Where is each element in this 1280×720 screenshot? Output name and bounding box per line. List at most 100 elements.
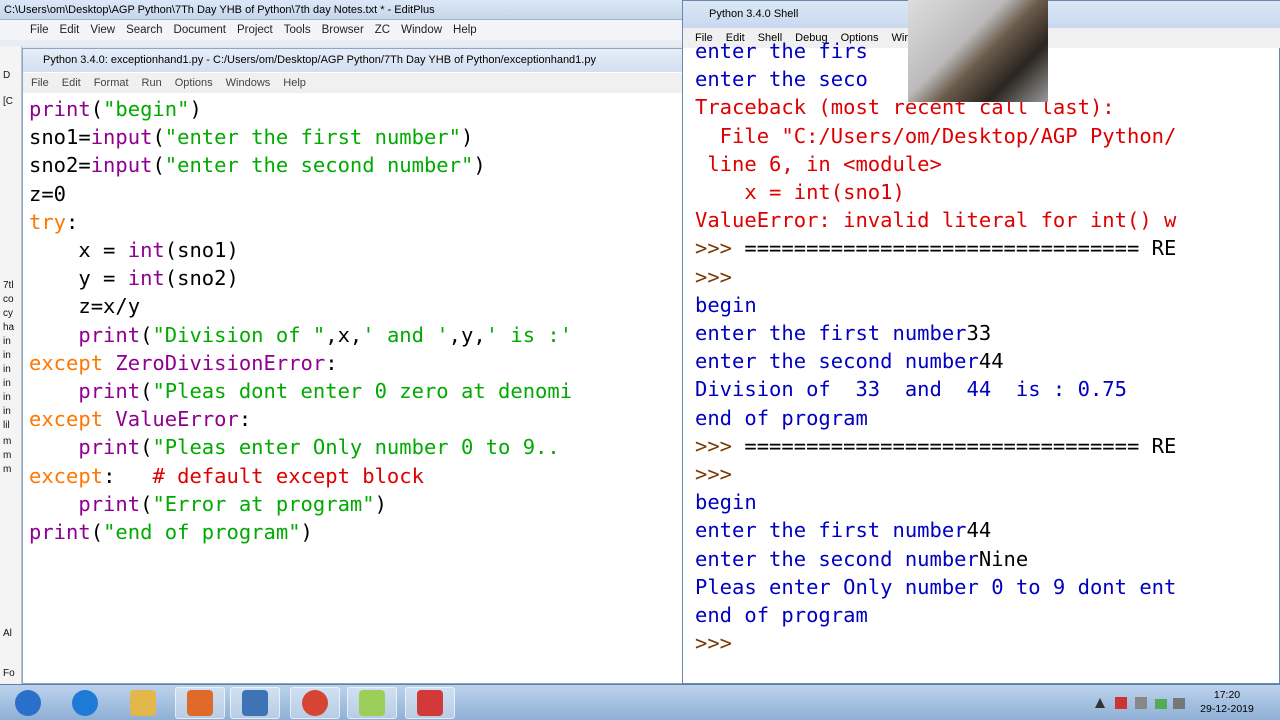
editor-menu-windows[interactable]: Windows: [226, 77, 271, 89]
side-panel-item[interactable]: ha: [3, 322, 14, 333]
token: >>>: [695, 264, 733, 289]
taskbar-start-orb[interactable]: [3, 687, 53, 719]
code-line: x = int(sno1): [29, 236, 689, 264]
code-line: z=0: [29, 180, 689, 208]
side-panel-item[interactable]: in: [3, 364, 11, 375]
token: "Pleas enter Only number 0 to 9..: [152, 435, 560, 460]
token: enter the first number: [695, 321, 967, 346]
taskbar-internet-explorer[interactable]: [60, 687, 110, 719]
token: ): [300, 520, 313, 545]
token: :: [325, 350, 338, 375]
side-panel-item[interactable]: Fo: [3, 668, 15, 679]
side-panel-item[interactable]: m: [3, 464, 11, 475]
editplus-menu-project[interactable]: Project: [237, 24, 273, 36]
token: "end of program": [103, 520, 301, 545]
editor-menu-file[interactable]: File: [31, 77, 49, 89]
start-orb-icon: [15, 690, 41, 716]
side-panel-item[interactable]: m: [3, 450, 11, 461]
code-line: >>>: [695, 629, 1280, 657]
token: Pleas enter Only number 0 to 9 dont ent: [695, 574, 1177, 599]
token: end of program: [695, 405, 868, 430]
editor-menu-edit[interactable]: Edit: [62, 77, 81, 89]
token: int: [127, 266, 165, 291]
token: 44: [966, 518, 992, 543]
code-line: sno2=input("enter the second number"): [29, 151, 689, 179]
editor-menu-options[interactable]: Options: [175, 77, 213, 89]
token: "enter the first number": [164, 125, 461, 150]
code-line: line 6, in <module>: [695, 150, 1280, 178]
show-hidden-icons-icon: [1095, 698, 1105, 708]
editplus-menu-document[interactable]: Document: [174, 24, 226, 36]
token: y =: [29, 266, 128, 291]
token: z=x/y: [29, 294, 141, 319]
editplus-menu-tools[interactable]: Tools: [284, 24, 311, 36]
side-panel-item[interactable]: in: [3, 336, 11, 347]
editplus-menu-zc[interactable]: ZC: [375, 24, 390, 36]
code-line: Division of 33 and 44 is : 0.75: [695, 375, 1280, 403]
editor-title: Python 3.4.0: exceptionhand1.py - C:/Use…: [23, 49, 691, 72]
side-panel-item[interactable]: [C: [3, 96, 13, 107]
editplus-menu-window[interactable]: Window: [401, 24, 442, 36]
code-line: enter the first number33: [695, 319, 1280, 347]
side-panel-item[interactable]: in: [3, 392, 11, 403]
editplus-menu-file[interactable]: File: [30, 24, 49, 36]
token: x = int(sno1): [695, 180, 905, 205]
side-panel-item[interactable]: in: [3, 378, 11, 389]
taskbar-media-player[interactable]: [175, 687, 225, 719]
editplus-menu-search[interactable]: Search: [126, 24, 162, 36]
token: (sno2): [164, 266, 239, 291]
python-idle-icon: [242, 690, 268, 716]
side-panel-item[interactable]: co: [3, 294, 14, 305]
taskbar-editplus[interactable]: [405, 687, 455, 719]
editplus-icon: [417, 690, 443, 716]
clock-date: 29-12-2019: [1200, 703, 1254, 715]
shell-output[interactable]: enter the firs enenter the seco NineTrac…: [695, 37, 1280, 657]
token: print: [78, 379, 141, 404]
token: enter the firs: [695, 39, 868, 63]
taskbar-notepad[interactable]: [347, 687, 397, 719]
side-panel-item[interactable]: Al: [3, 628, 12, 639]
token: enter the first number: [695, 518, 967, 543]
code-line: enter the second numberNine: [695, 545, 1280, 573]
editor-menu-format[interactable]: Format: [94, 77, 129, 89]
token: ================================ RE: [744, 433, 1177, 458]
token: "Pleas dont enter 0 zero at denomi: [152, 379, 573, 404]
editor-menu-run[interactable]: Run: [142, 77, 162, 89]
code-line: >>>: [695, 263, 1280, 291]
battery-icon: [1135, 697, 1147, 709]
editplus-menu-help[interactable]: Help: [453, 24, 477, 36]
token: z=0: [29, 181, 67, 206]
taskbar-python-idle[interactable]: [230, 687, 280, 719]
taskbar-file-explorer[interactable]: [118, 687, 168, 719]
editplus-menu-view[interactable]: View: [90, 24, 115, 36]
side-panel-item[interactable]: in: [3, 406, 11, 417]
token: int: [127, 238, 165, 263]
taskbar-chrome[interactable]: [290, 687, 340, 719]
code-line: x = int(sno1): [695, 178, 1280, 206]
side-panel-item[interactable]: cy: [3, 308, 13, 319]
side-panel-item[interactable]: D: [3, 70, 10, 81]
token: ): [461, 125, 474, 150]
token: >>>: [695, 631, 745, 656]
side-panel-item[interactable]: lil: [3, 420, 10, 431]
token: "Error at program": [152, 491, 375, 516]
side-panel-item[interactable]: 7tl: [3, 280, 14, 291]
token: (sno1): [164, 238, 239, 263]
editor-menu-help[interactable]: Help: [283, 77, 306, 89]
code-line: end of program: [695, 404, 1280, 432]
system-tray[interactable]: [1093, 694, 1188, 712]
editplus-menu-edit[interactable]: Edit: [60, 24, 80, 36]
editplus-menubar: File Edit View Search Document Project Tools Br…: [0, 20, 690, 40]
code-area[interactable]: print("begin") sno1=input("enter the firs…: [29, 95, 689, 546]
taskbar-clock[interactable]: 17:20 29-12-2019: [1196, 688, 1258, 716]
editplus-menu-browser[interactable]: Browser: [322, 24, 364, 36]
editplus-side-panel: D [C 7tl co cy ha in in in in in in lil m m m Al Fo: [0, 46, 22, 686]
chrome-icon: [302, 690, 328, 716]
side-panel-item[interactable]: m: [3, 436, 11, 447]
token: (: [140, 379, 153, 404]
side-panel-item[interactable]: in: [3, 350, 11, 361]
